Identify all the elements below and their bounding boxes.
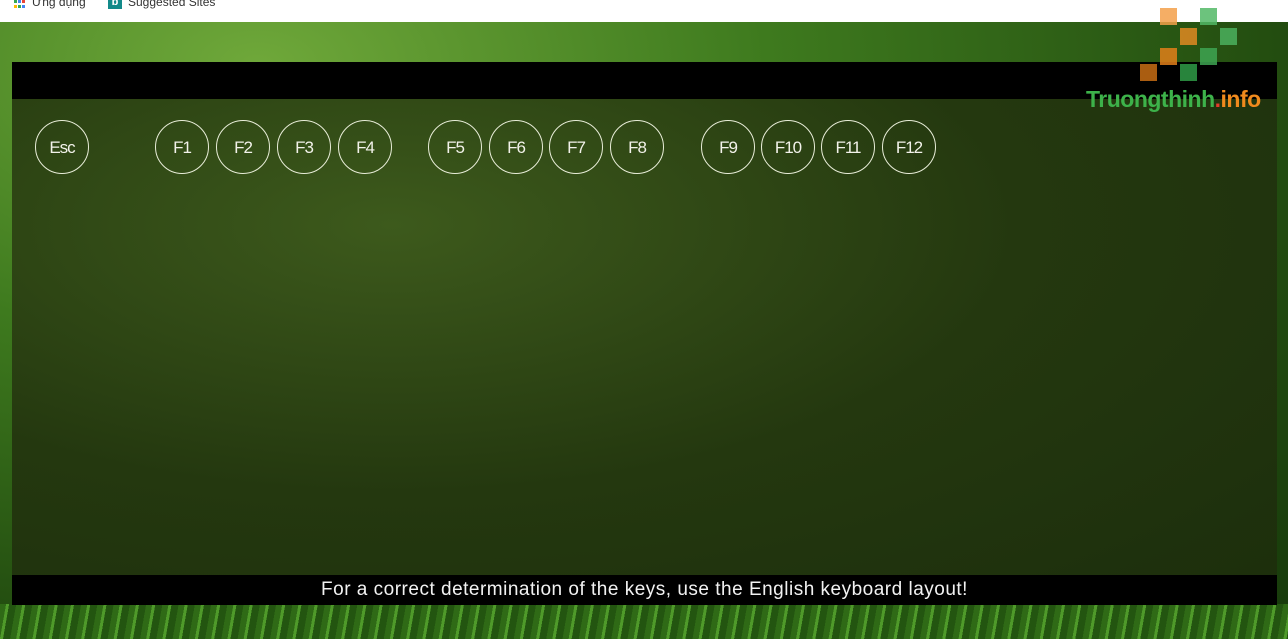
- apps-grid-icon: [14, 0, 26, 8]
- bookmark-suggested-sites[interactable]: b Suggested Sites: [108, 0, 215, 9]
- key-f5[interactable]: F5: [428, 120, 482, 174]
- layout-notice: For a correct determination of the keys,…: [12, 575, 1277, 605]
- key-f7[interactable]: F7: [549, 120, 603, 174]
- virtual-keyboard: Esc F1 F2 F3 F4 F5 F6 F7 F8 F9 F10 F11 F12 For a cor…: [12, 62, 1277, 605]
- key-f2[interactable]: F2: [216, 120, 270, 174]
- key-f4[interactable]: F4: [338, 120, 392, 174]
- key-f6[interactable]: F6: [489, 120, 543, 174]
- key-f10[interactable]: F10: [761, 120, 815, 174]
- key-f8[interactable]: F8: [610, 120, 664, 174]
- bookmark-apps-label: Ứng dụng: [32, 0, 86, 9]
- key-f1[interactable]: F1: [155, 120, 209, 174]
- key-f9[interactable]: F9: [701, 120, 755, 174]
- bookmark-suggested-label: Suggested Sites: [128, 0, 216, 9]
- bookmark-apps[interactable]: Ứng dụng: [14, 0, 86, 9]
- key-f3[interactable]: F3: [277, 120, 331, 174]
- logo-text: Truongthinh.info: [1086, 86, 1261, 112]
- truongthinh-logo: Truongthinh.info: [1080, 4, 1280, 114]
- key-f11[interactable]: F11: [821, 120, 875, 174]
- background-grass: [0, 604, 1288, 639]
- key-esc[interactable]: Esc: [35, 120, 89, 174]
- key-f12[interactable]: F12: [882, 120, 936, 174]
- bing-icon: b: [108, 0, 122, 9]
